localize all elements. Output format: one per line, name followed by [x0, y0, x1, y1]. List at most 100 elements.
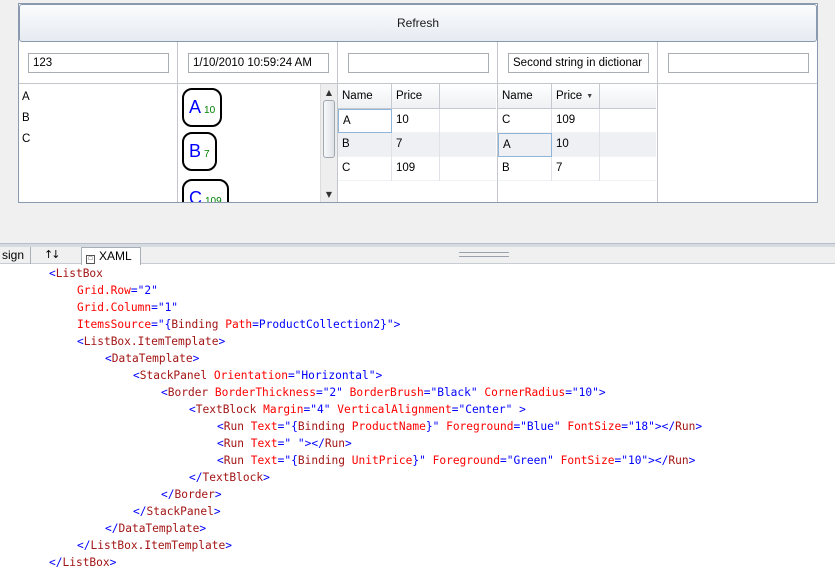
code-line[interactable]: </TextBlock> — [189, 469, 270, 486]
code-token: TextBlock — [202, 471, 264, 484]
code-line[interactable]: </Border> — [161, 486, 222, 503]
code-line[interactable]: <TextBlock Margin="4" VerticalAlignment=… — [189, 401, 526, 418]
list-item[interactable]: A — [22, 91, 30, 103]
code-line[interactable]: <Run Text="{Binding ProductName}" Foregr… — [217, 418, 702, 435]
code-token: Run — [324, 437, 346, 450]
cell-price[interactable]: 109 — [392, 157, 440, 181]
refresh-button[interactable]: Refresh — [19, 4, 817, 42]
code-token: < — [49, 267, 56, 280]
cell-price[interactable]: 7 — [392, 133, 440, 157]
number-textbox[interactable]: 123 — [28, 53, 169, 73]
code-line[interactable]: Grid.Row="2" — [77, 282, 158, 299]
code-token: ="1" — [151, 301, 179, 314]
scroll-up-icon[interactable]: ▲ — [321, 85, 337, 99]
code-token: StackPanel — [139, 369, 208, 382]
cell-name[interactable]: B — [338, 133, 392, 157]
sort-descending-icon: ▼ — [586, 93, 594, 100]
scroll-down-icon[interactable]: ▼ — [321, 187, 337, 201]
code-line[interactable]: <Run Text="{Binding UnitPrice}" Foregrou… — [217, 452, 695, 469]
designer-surface: Refresh 123 1/10/2010 10:59:24 AM Second… — [0, 0, 835, 243]
product-price: 109 — [205, 195, 222, 203]
code-line[interactable]: </StackPanel> — [133, 503, 221, 520]
product-item[interactable]: A 10 — [182, 88, 223, 127]
empty-textbox-2[interactable] — [668, 53, 809, 73]
code-token: Grid.Row — [77, 284, 131, 297]
sorted-products-datagrid[interactable]: Name Price ▼ C 109 A 10 B 7 — [498, 84, 656, 202]
code-token: ="18"></ — [621, 420, 676, 433]
xaml-code-editor[interactable]: <ListBox Grid.Row="2" Grid.Column="1" Items… — [0, 265, 835, 572]
code-line[interactable]: </ListBox.ItemTemplate> — [77, 537, 232, 554]
cell-name[interactable]: A — [498, 133, 552, 157]
view-tab-bar: sign ↑↓ □ XAML — [0, 247, 835, 265]
cell-price[interactable]: 10 — [392, 109, 440, 133]
code-token: </ — [49, 556, 63, 569]
code-line[interactable]: <DataTemplate> — [105, 350, 199, 367]
code-token: Binding — [171, 318, 219, 331]
table-row[interactable]: C 109 — [338, 157, 496, 181]
cell-price[interactable]: 109 — [552, 109, 600, 133]
code-token: ="10"></ — [614, 454, 669, 467]
cell-name[interactable]: C — [338, 157, 392, 181]
column-header-name[interactable]: Name — [338, 84, 392, 109]
code-line[interactable]: ItemsSource="{Binding Path=ProductCollec… — [77, 316, 400, 333]
datagrid-header: Name Price — [338, 84, 496, 109]
code-token: Border — [174, 488, 215, 501]
dictionary-string-textbox[interactable]: Second string in dictionar — [508, 53, 649, 73]
code-token: ="Green" — [499, 454, 554, 467]
code-token: < — [105, 352, 112, 365]
code-token: Text — [243, 420, 278, 433]
table-row[interactable]: A 10 — [498, 133, 656, 157]
column-header-price[interactable]: Price ▼ — [552, 84, 600, 109]
code-token: ListBox.ItemTemplate — [90, 539, 226, 552]
code-token: < — [77, 335, 84, 348]
product-name: A — [189, 97, 202, 117]
code-line[interactable]: <ListBox.ItemTemplate> — [77, 333, 225, 350]
list-item[interactable]: B — [22, 112, 30, 124]
code-token: </ — [161, 488, 175, 501]
code-token: Margin — [256, 403, 304, 416]
products-listbox[interactable]: A 10 B 7 C 109 ▲ ▼ — [179, 84, 337, 202]
cell-name[interactable]: C — [498, 109, 552, 133]
code-line[interactable]: </DataTemplate> — [105, 520, 206, 537]
product-item[interactable]: B 7 — [182, 132, 217, 171]
splitter-grip-icon[interactable] — [459, 252, 509, 257]
list-item[interactable]: C — [22, 133, 30, 145]
code-token: Orientation — [207, 369, 288, 382]
code-line[interactable]: </ListBox> — [49, 554, 116, 571]
table-row[interactable]: A 10 — [338, 109, 496, 133]
scroll-thumb[interactable] — [323, 100, 335, 158]
code-token: =" "></ — [277, 437, 325, 450]
product-item[interactable]: C 109 — [182, 179, 229, 202]
code-token: =ProductCollection2}"> — [252, 318, 401, 331]
code-line[interactable]: <StackPanel Orientation="Horizontal"> — [133, 367, 382, 384]
cell-price[interactable]: 7 — [552, 157, 600, 181]
code-token: Grid.Column — [77, 301, 152, 314]
letters-listbox[interactable]: A B C — [19, 84, 177, 202]
tab-design[interactable]: sign — [0, 247, 32, 264]
column-header-name[interactable]: Name — [498, 84, 552, 109]
cell-name[interactable]: A — [338, 109, 392, 133]
tab-xaml[interactable]: □ XAML — [81, 247, 141, 265]
code-line[interactable]: Grid.Column="1" — [77, 299, 178, 316]
code-token: ="4" — [303, 403, 331, 416]
cell-name[interactable]: B — [498, 157, 552, 181]
code-token: }" — [412, 454, 426, 467]
swap-panes-icon[interactable]: ↑↓ — [44, 247, 61, 263]
products-datagrid[interactable]: Name Price A 10 B 7 C 109 — [338, 84, 496, 202]
code-line[interactable]: <Border BorderThickness="2" BorderBrush=… — [161, 384, 606, 401]
code-token: CornerRadius — [477, 386, 566, 399]
column-header-label: Price — [556, 90, 583, 102]
table-row[interactable]: B 7 — [498, 157, 656, 181]
vertical-scrollbar[interactable]: ▲ ▼ — [320, 84, 337, 202]
product-price: 10 — [204, 104, 216, 116]
table-row[interactable]: B 7 — [338, 133, 496, 157]
code-line[interactable]: <Run Text=" "></Run> — [217, 435, 352, 452]
code-line[interactable]: <ListBox — [49, 265, 103, 282]
code-token: BorderBrush — [342, 386, 424, 399]
datetime-textbox[interactable]: 1/10/2010 10:59:24 AM — [188, 53, 329, 73]
cell-price[interactable]: 10 — [552, 133, 600, 157]
column-header-price[interactable]: Price — [392, 84, 440, 109]
table-row[interactable]: C 109 — [498, 109, 656, 133]
empty-textbox[interactable] — [348, 53, 489, 73]
code-token: FontSize — [553, 454, 615, 467]
